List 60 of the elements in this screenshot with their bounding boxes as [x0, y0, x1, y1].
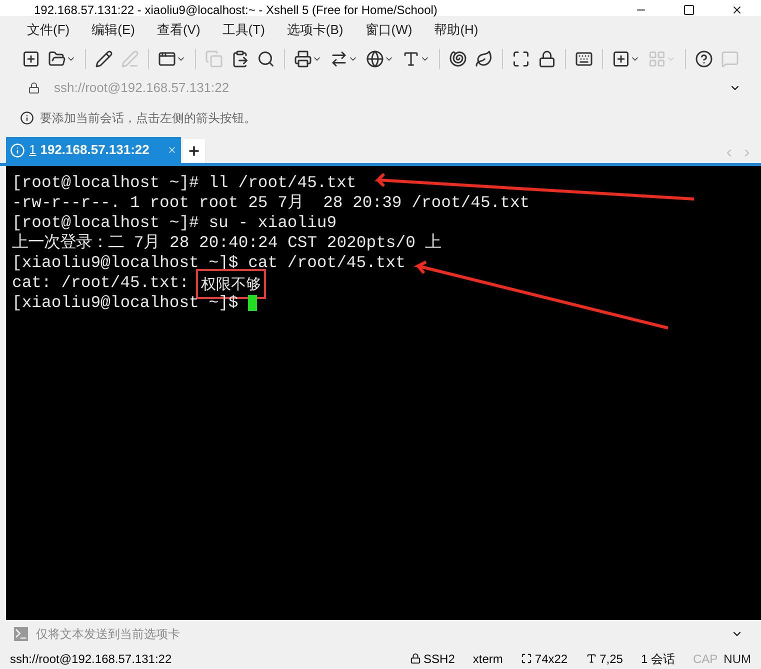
shell-icon: [449, 50, 467, 68]
terminal-icon: [14, 627, 28, 641]
terminal-line: cat: /root/45.txt:: [12, 273, 190, 293]
menu-item[interactable]: 文件(F): [24, 20, 73, 40]
copy-icon: [205, 50, 223, 68]
menu-item[interactable]: 选项卡(B): [284, 20, 346, 40]
fullscreen-icon: [512, 50, 530, 68]
search-icon: [257, 50, 275, 68]
folder-icon: [48, 50, 66, 68]
protocol-text: SSH2: [424, 650, 455, 668]
tab-label: 192.168.57.131:22: [40, 141, 150, 160]
menu-item[interactable]: 帮助(H): [431, 20, 482, 40]
maximize-icon[interactable]: [683, 4, 695, 16]
toolbar-button[interactable]: [93, 50, 115, 68]
transfer-icon: [330, 50, 348, 68]
session-tab[interactable]: 1 192.168.57.131:22: [6, 137, 182, 163]
terminal-line: [root@localhost ~]# ll /root/45.txt: [12, 173, 356, 193]
menu-item[interactable]: 窗口(W): [362, 20, 416, 40]
key-indicator: CAP: [692, 650, 718, 668]
toolbar-button[interactable]: [693, 50, 715, 68]
leaf-icon: [475, 50, 493, 68]
font-icon: [402, 50, 420, 68]
lock-icon: [538, 50, 556, 68]
lock-icon: [410, 653, 421, 664]
cursor-position: 7,25: [600, 650, 623, 668]
hint-text: 要添加当前会话，点击左侧的箭头按钮。: [40, 110, 256, 127]
keyboard-icon: [575, 50, 593, 68]
pencil-icon: [95, 50, 113, 68]
terminal-line: -rw-r--r--. 1 root root 25 7月 28 20:39 /root/45.txt: [12, 193, 530, 213]
session-count: 1 会话: [640, 650, 675, 668]
lock-icon: [28, 82, 40, 94]
globe-icon: [366, 50, 384, 68]
help-icon: [695, 50, 713, 68]
printer-icon: [294, 50, 312, 68]
toolbar-button[interactable]: [573, 50, 595, 68]
size-icon: [520, 653, 532, 664]
terminal-type: xterm: [472, 650, 503, 668]
status-address: ssh://root@192.168.57.131:22: [10, 650, 172, 668]
new-tab-button[interactable]: [183, 139, 206, 163]
chat-icon: [721, 50, 739, 68]
menu-item[interactable]: 查看(V): [154, 20, 204, 40]
menu-item[interactable]: 编辑(E): [88, 20, 138, 40]
window-title: 192.168.57.131:22 - xiaoliu9@localhost:~ - Xshell 5 (Free for Home/School): [34, 4, 438, 16]
alert-icon: [10, 142, 25, 158]
close-icon[interactable]: [731, 4, 743, 16]
menu-item[interactable]: 工具(T): [219, 20, 268, 40]
layout-icon: [648, 50, 666, 68]
toolbar-button[interactable]: [447, 50, 469, 68]
tab-number: 1: [29, 141, 36, 160]
pen-icon: [121, 50, 139, 68]
close-tab-icon[interactable]: [167, 145, 178, 155]
plus-icon: [187, 144, 202, 158]
terminal-line: [root@localhost ~]# su - xiaoliu9: [12, 213, 337, 233]
key-indicator: NUM: [724, 650, 751, 668]
terminal[interactable]: [6, 166, 761, 620]
terminal-line: 上一次登录：二 7月 28 20:40:24 CST 2020pts/0 上: [12, 233, 442, 253]
terminal-size: 74x22: [534, 650, 568, 668]
new-tab-icon: [612, 50, 630, 68]
paste-icon: [231, 50, 249, 68]
new-session-icon: [22, 50, 40, 68]
